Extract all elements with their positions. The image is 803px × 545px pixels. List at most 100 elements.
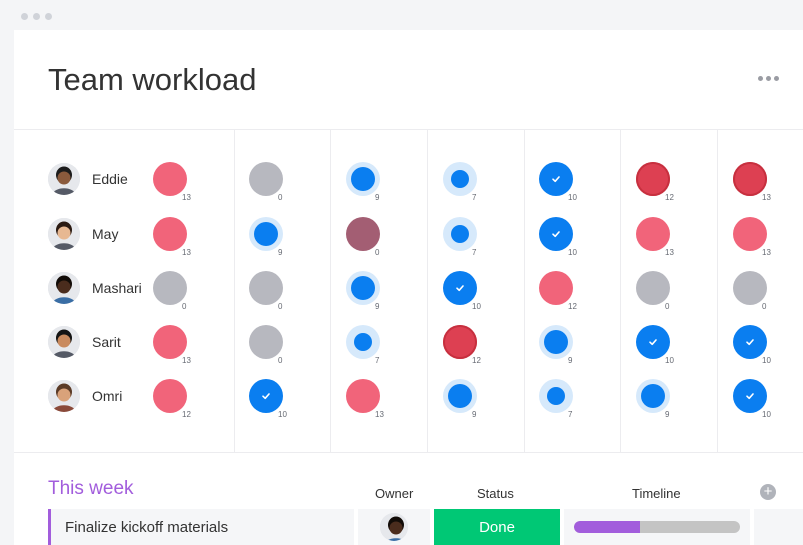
workload-dot bbox=[733, 217, 767, 251]
workload-count: 13 bbox=[762, 193, 771, 202]
workload-dot bbox=[153, 162, 187, 196]
workload-count: 10 bbox=[568, 193, 577, 202]
workload-count: 10 bbox=[762, 410, 771, 419]
person-name: Omri bbox=[92, 388, 123, 404]
divider bbox=[14, 452, 803, 453]
workload-count: 10 bbox=[568, 248, 577, 257]
person-row[interactable]: May bbox=[48, 216, 118, 252]
timeline-fill bbox=[574, 521, 641, 533]
column-separator bbox=[330, 130, 331, 452]
more-horizontal-icon bbox=[757, 75, 763, 81]
check-icon bbox=[539, 162, 573, 196]
check-icon bbox=[249, 379, 283, 413]
workload-dot bbox=[733, 271, 767, 305]
workload-dot bbox=[249, 325, 283, 359]
timeline-bar bbox=[574, 521, 740, 533]
workload-count: 0 bbox=[762, 302, 767, 311]
workload-count: 0 bbox=[182, 302, 187, 311]
workload-count: 12 bbox=[665, 193, 674, 202]
more-options-button[interactable] bbox=[752, 69, 784, 87]
person-row[interactable]: Mashari bbox=[48, 270, 142, 306]
owner-cell[interactable] bbox=[358, 509, 430, 545]
workload-dot bbox=[544, 330, 568, 354]
table-row[interactable]: Finalize kickoff materials bbox=[48, 509, 354, 545]
workload-dot bbox=[153, 217, 187, 251]
workload-dot bbox=[354, 333, 372, 351]
check-icon bbox=[733, 379, 767, 413]
workload-count: 13 bbox=[182, 356, 191, 365]
workload-dot bbox=[351, 276, 375, 300]
page-title: Team workload bbox=[48, 62, 257, 97]
workload-dot bbox=[636, 217, 670, 251]
avatar-sarit bbox=[48, 326, 80, 358]
window-dot-icon bbox=[33, 13, 40, 20]
workload-dot bbox=[448, 384, 472, 408]
plus-circle-icon[interactable]: + bbox=[760, 484, 776, 500]
check-icon bbox=[636, 325, 670, 359]
workload-dot bbox=[153, 325, 187, 359]
person-row[interactable]: Omri bbox=[48, 378, 122, 414]
status-cell[interactable]: Done bbox=[434, 509, 560, 545]
workload-dot bbox=[547, 387, 565, 405]
workload-dot bbox=[451, 170, 469, 188]
column-header-status[interactable]: Status bbox=[477, 486, 514, 501]
workload-dot bbox=[443, 325, 477, 359]
person-name: Sarit bbox=[92, 334, 121, 350]
empty-cell bbox=[754, 509, 803, 545]
workload-count: 10 bbox=[278, 410, 287, 419]
timeline-cell[interactable] bbox=[564, 509, 750, 545]
workload-count: 0 bbox=[278, 302, 283, 311]
workload-grid: Eddie 13 0 9 7 10 12 13 May 13 9 0 7 10 13 13 Mashari 0 0 9… bbox=[14, 130, 803, 452]
workload-count: 0 bbox=[375, 248, 380, 257]
workload-count: 9 bbox=[375, 193, 380, 202]
workload-dot bbox=[636, 162, 670, 196]
workload-count: 7 bbox=[472, 193, 477, 202]
workload-count: 12 bbox=[568, 302, 577, 311]
left-edge bbox=[0, 0, 14, 545]
more-dot bbox=[765, 75, 771, 81]
avatar-eddie bbox=[48, 163, 80, 195]
column-separator bbox=[620, 130, 621, 452]
task-name[interactable]: Finalize kickoff materials bbox=[65, 519, 228, 536]
workload-count: 13 bbox=[182, 248, 191, 257]
column-header-owner[interactable]: Owner bbox=[375, 486, 413, 501]
workload-count: 0 bbox=[278, 356, 283, 365]
avatar-mashari bbox=[380, 513, 408, 541]
workload-count: 13 bbox=[665, 248, 674, 257]
workload-dot bbox=[733, 162, 767, 196]
workload-dot bbox=[249, 162, 283, 196]
person-row[interactable]: Sarit bbox=[48, 324, 121, 360]
avatar-omri bbox=[48, 380, 80, 412]
group-title[interactable]: This week bbox=[48, 478, 134, 500]
workload-count: 7 bbox=[375, 356, 380, 365]
workload-dot bbox=[351, 167, 375, 191]
workload-count: 12 bbox=[182, 410, 191, 419]
window-chrome bbox=[0, 0, 803, 30]
workload-count: 7 bbox=[568, 410, 573, 419]
check-icon bbox=[539, 217, 573, 251]
workload-count: 9 bbox=[375, 302, 380, 311]
person-name: May bbox=[92, 226, 119, 242]
workload-dot bbox=[539, 271, 573, 305]
workload-dot bbox=[451, 225, 469, 243]
workload-count: 10 bbox=[762, 356, 771, 365]
person-name: Eddie bbox=[92, 171, 128, 187]
workload-dot bbox=[346, 379, 380, 413]
workload-count: 10 bbox=[665, 356, 674, 365]
more-dot bbox=[773, 75, 779, 81]
workload-count: 9 bbox=[665, 410, 670, 419]
column-separator bbox=[234, 130, 235, 452]
workload-count: 10 bbox=[472, 302, 481, 311]
workload-count: 9 bbox=[568, 356, 573, 365]
check-icon bbox=[443, 271, 477, 305]
avatar-mashari bbox=[48, 272, 80, 304]
workload-count: 9 bbox=[278, 248, 283, 257]
column-separator bbox=[717, 130, 718, 452]
person-row[interactable]: Eddie bbox=[48, 161, 128, 197]
column-header-timeline[interactable]: Timeline bbox=[632, 486, 681, 501]
workload-dot bbox=[346, 217, 380, 251]
workload-count: 13 bbox=[182, 193, 191, 202]
avatar-may bbox=[48, 218, 80, 250]
app-window: Team workload Eddie 13 0 9 7 10 12 13 May 13 9 0 7 10… bbox=[0, 0, 803, 545]
window-dot-icon bbox=[45, 13, 52, 20]
